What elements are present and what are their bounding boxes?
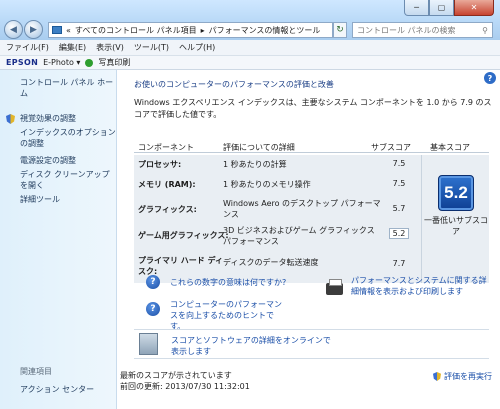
- uac-shield-icon: [6, 114, 15, 124]
- sidebar-item-visual-effects[interactable]: 視覚効果の調整: [0, 113, 116, 124]
- menu-bar: ファイル(F) 編集(E) 表示(V) ツール(T) ヘルプ(H): [0, 40, 500, 56]
- epson-photo-dropdown[interactable]: E-Photo ▾: [43, 58, 80, 67]
- breadcrumb-performance[interactable]: パフォーマンスの情報とツール: [209, 25, 321, 36]
- menu-tools[interactable]: ツール(T): [134, 42, 169, 53]
- base-score-badge: 5.2: [438, 175, 474, 211]
- breadcrumb-all-items[interactable]: すべてのコントロール パネル項目: [75, 25, 197, 36]
- column-component: コンポーネント: [138, 143, 194, 152]
- menu-edit[interactable]: 編集(E): [59, 42, 86, 53]
- link-what-numbers-mean[interactable]: これらの数字の意味は何ですか?: [170, 277, 286, 288]
- help-question-icon: ?: [146, 275, 160, 289]
- sidebar-item-label: 視覚効果の調整: [20, 114, 76, 123]
- software-box-icon: [139, 333, 158, 355]
- minimize-button[interactable]: ─: [404, 0, 429, 16]
- component-detail: 1 秒あたりのメモリ操作: [223, 180, 311, 189]
- column-basescore: 基本スコア: [430, 143, 470, 152]
- base-score-panel: 5.2 一番低いサブスコア: [421, 155, 489, 283]
- component-name: ゲーム用グラフィックス:: [138, 231, 229, 240]
- component-detail: 1 秒あたりの計算: [223, 160, 287, 169]
- column-subscore: サブスコア: [371, 143, 411, 152]
- sidebar-item-disk-cleanup[interactable]: ディスク クリーンアップを開く: [0, 169, 116, 191]
- component-detail: Windows Aero のデスクトップ パフォーマンス: [223, 199, 381, 219]
- link-online-details[interactable]: スコアとソフトウェアの詳細をオンラインで表示します: [171, 335, 331, 357]
- subscore-value: 7.5: [392, 179, 406, 188]
- intro-text: Windows エクスペリエンス インデックスは、主要なシステム コンポーネント…: [134, 98, 492, 119]
- rerun-assessment-label: 評価を再実行: [444, 372, 492, 381]
- component-name: プロセッサ:: [138, 160, 182, 169]
- see-also-heading: 関連項目: [20, 367, 52, 376]
- help-question-icon: ?: [146, 302, 160, 316]
- subscore-value: 7.5: [392, 159, 406, 168]
- link-view-print-details[interactable]: パフォーマンスとシステムに関する詳細情報を表示および印刷します: [351, 275, 493, 297]
- photo-print-icon: [85, 58, 94, 67]
- epson-toolbar: EPSON E-Photo ▾ 写真印刷: [0, 56, 500, 70]
- photo-print-button[interactable]: 写真印刷: [98, 57, 130, 68]
- uac-shield-icon: [433, 372, 441, 381]
- breadcrumb-overflow[interactable]: «: [66, 26, 71, 35]
- sidebar-item-label: ディスク クリーンアップを開く: [20, 170, 110, 190]
- action-center-link[interactable]: アクション センター: [20, 384, 94, 395]
- sidebar: コントロール パネル ホーム 視覚効果の調整 インデックスのオプションの調整 電…: [0, 70, 117, 409]
- base-score-caption: 一番低いサブスコア: [424, 216, 488, 236]
- main-content: ? お使いのコンピューターのパフォーマンスの評価と改善 Windows エクスペ…: [118, 70, 500, 409]
- component-name: グラフィックス:: [138, 205, 197, 214]
- component-detail: ディスクのデータ転送速度: [223, 258, 319, 267]
- score-table-header: コンポーネント 評価についての詳細 サブスコア 基本スコア: [134, 140, 489, 153]
- close-button[interactable]: ✕: [454, 0, 494, 16]
- window-controls: ─ ▢ ✕: [404, 0, 494, 16]
- back-button[interactable]: ◀: [4, 20, 23, 39]
- score-table-body: プロセッサ: 1 秒あたりの計算 7.5 メモリ (RAM): 1 秒あたりのメ…: [134, 155, 489, 283]
- sidebar-item-label: 電源設定の調整: [20, 156, 76, 165]
- sidebar-item-indexing-options[interactable]: インデックスのオプションの調整: [0, 127, 116, 149]
- subscore-value: 5.7: [392, 204, 406, 213]
- column-detail: 評価についての詳細: [223, 143, 295, 152]
- printer-icon: [326, 279, 343, 295]
- menu-view[interactable]: 表示(V): [96, 42, 124, 53]
- search-placeholder: コントロール パネルの検索: [357, 25, 456, 35]
- rerun-assessment-link[interactable]: 評価を再実行: [433, 371, 492, 382]
- control-panel-icon: [52, 26, 62, 34]
- status-text: 最新のスコアが示されています 前回の更新: 2013/07/30 11:32:0…: [120, 370, 250, 392]
- search-input[interactable]: コントロール パネルの検索 ⚲: [352, 22, 493, 38]
- table-row: グラフィックス: Windows Aero のデスクトップ パフォーマンス 5.…: [134, 195, 421, 221]
- menu-help[interactable]: ヘルプ(H): [179, 42, 215, 53]
- table-row: プロセッサ: 1 秒あたりの計算 7.5: [134, 159, 421, 179]
- refresh-icon: ↻: [336, 25, 344, 35]
- maximize-button[interactable]: ▢: [429, 0, 454, 16]
- menu-file[interactable]: ファイル(F): [6, 42, 49, 53]
- latest-score-text: 最新のスコアが示されています: [120, 371, 232, 380]
- address-bar[interactable]: « すべてのコントロール パネル項目 ▸ パフォーマンスの情報とツール: [48, 22, 333, 38]
- refresh-button[interactable]: ↻: [333, 22, 347, 38]
- component-name: プライマリ ハード ディスク:: [138, 256, 224, 276]
- table-row: ゲーム用グラフィックス: 3D ビジネスおよびゲーム グラフィックス パフォーマ…: [134, 223, 421, 249]
- component-name: メモリ (RAM):: [138, 180, 196, 189]
- page-title: お使いのコンピューターのパフォーマンスの評価と改善: [134, 80, 334, 89]
- breadcrumb-arrow-icon[interactable]: ▸: [201, 26, 205, 35]
- online-details-row: スコアとソフトウェアの詳細をオンラインで表示します: [134, 329, 489, 359]
- forward-arrow-icon: ▶: [30, 24, 37, 35]
- title-bar: ─ ▢ ✕ ◀ ▶ « すべてのコントロール パネル項目 ▸ パフォーマンスの情…: [0, 0, 500, 40]
- component-detail: 3D ビジネスおよびゲーム グラフィックス パフォーマンス: [223, 226, 375, 246]
- link-improve-performance[interactable]: コンピューターのパフォーマンスを向上するためのヒントです。: [170, 299, 285, 332]
- subscore-value: 5.2: [389, 228, 409, 239]
- help-icon[interactable]: ?: [484, 72, 496, 84]
- search-icon[interactable]: ⚲: [482, 26, 488, 35]
- sidebar-item-label: インデックスのオプションの調整: [20, 128, 116, 148]
- forward-button[interactable]: ▶: [24, 20, 43, 39]
- dropdown-arrow-icon: ▾: [76, 58, 81, 67]
- subscore-value: 7.7: [392, 259, 406, 268]
- epson-logo: EPSON: [6, 58, 39, 67]
- sidebar-item-power-settings[interactable]: 電源設定の調整: [0, 155, 116, 166]
- sidebar-item-advanced-tools[interactable]: 詳細ツール: [0, 194, 116, 205]
- back-arrow-icon: ◀: [10, 24, 17, 35]
- last-update-text: 前回の更新: 2013/07/30 11:32:01: [120, 382, 250, 391]
- control-panel-home-link[interactable]: コントロール パネル ホーム: [0, 77, 116, 99]
- sidebar-item-label: 詳細ツール: [20, 195, 60, 204]
